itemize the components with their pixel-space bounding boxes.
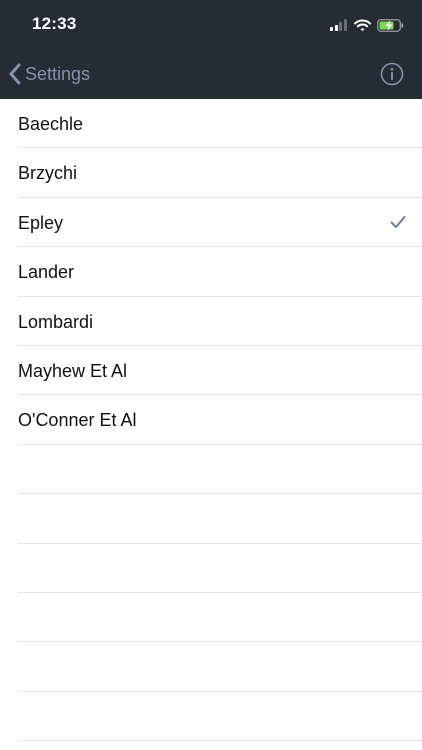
empty-row xyxy=(18,544,422,593)
list-item-oconner-et-al[interactable]: O'Conner Et Al xyxy=(18,395,422,445)
list-item-lander[interactable]: Lander xyxy=(18,247,422,297)
list-item-label: Lander xyxy=(18,262,75,283)
info-icon[interactable] xyxy=(380,62,404,86)
wifi-icon xyxy=(354,19,371,32)
option-list: Baechle Brzychi Epley Lander Lombardi Ma… xyxy=(0,99,422,742)
empty-row xyxy=(18,593,422,643)
back-button[interactable]: Settings xyxy=(8,60,90,88)
empty-row xyxy=(18,692,422,742)
empty-row xyxy=(18,445,422,495)
list-item-label: Brzychi xyxy=(18,163,78,184)
list-item-label: Baechle xyxy=(18,114,84,134)
list-item-brzychi[interactable]: Brzychi xyxy=(18,148,422,198)
list-item-mayhew-et-al[interactable]: Mayhew Et Al xyxy=(18,346,422,396)
list-item-lombardi[interactable]: Lombardi xyxy=(18,297,422,346)
list-item-label: Mayhew Et Al xyxy=(18,360,128,381)
cellular-signal-icon xyxy=(330,19,348,31)
list-item-label: O'Conner Et Al xyxy=(18,410,137,431)
list-item-epley[interactable]: Epley xyxy=(18,198,422,248)
checkmark-icon xyxy=(390,215,406,229)
status-icons xyxy=(330,17,404,33)
status-time: 12:33 xyxy=(32,14,77,33)
chevron-left-icon xyxy=(8,63,21,85)
list-item-label: Lombardi xyxy=(18,311,94,332)
list-item-baechle[interactable]: Baechle xyxy=(18,99,422,149)
back-button-label: Settings xyxy=(25,63,91,84)
battery-charging-icon xyxy=(377,18,404,32)
navigation-bar: Settings xyxy=(0,50,422,99)
empty-row xyxy=(18,642,422,692)
header: 12:33 Settings xyxy=(0,0,422,99)
status-bar: 12:33 xyxy=(0,0,422,50)
list-item-label: Epley xyxy=(18,212,64,233)
empty-row xyxy=(18,494,422,544)
